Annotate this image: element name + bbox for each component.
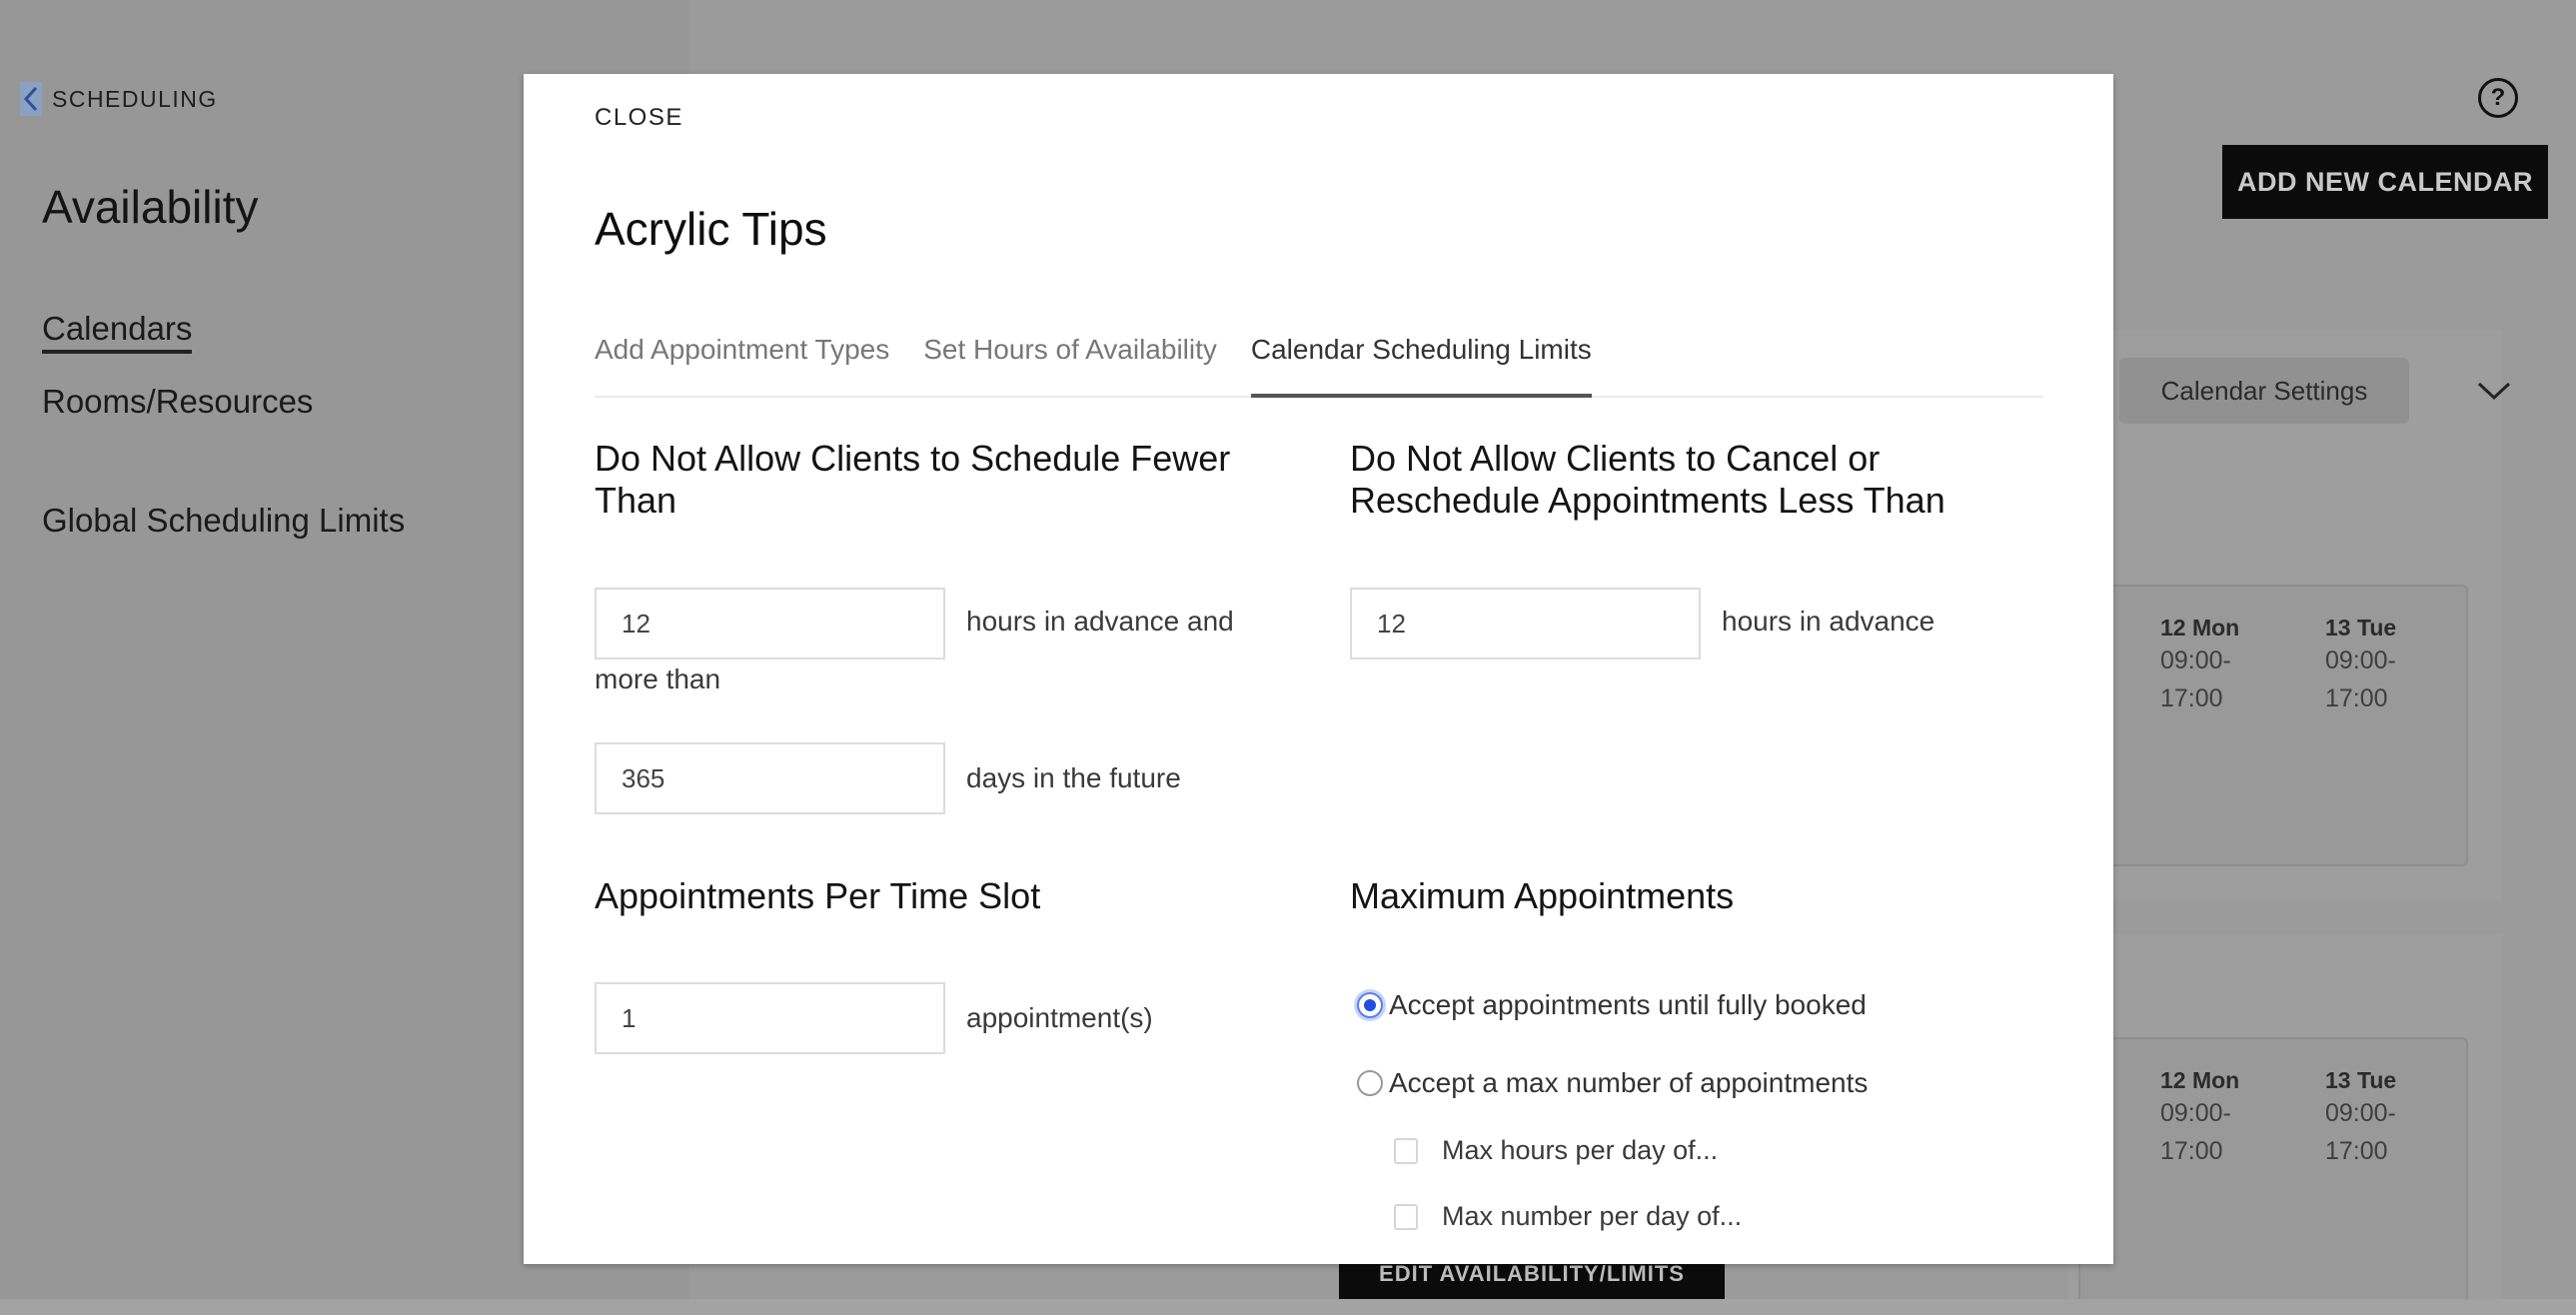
day-label: 13 Tue (2325, 615, 2397, 641)
max-days-suffix: days in the future (966, 762, 1181, 793)
cancel-limit-heading: Do Not Allow Clients to Cancel or Resche… (1350, 438, 1945, 521)
close-button[interactable]: CLOSE (595, 104, 683, 132)
min-hours-suffix: hours in advance and (966, 606, 1234, 637)
per-slot-heading: Appointments Per Time Slot (595, 875, 1041, 916)
sidebar-item-global-scheduling-limits[interactable]: Global Scheduling Limits (42, 502, 405, 540)
day-hours: 17:00 (2325, 1137, 2388, 1165)
back-to-scheduling-link[interactable]: SCHEDULING (20, 82, 218, 116)
chevron-left-icon (20, 82, 42, 116)
day-label: 13 Tue (2325, 1067, 2397, 1093)
day-hours: 09:00- (2160, 647, 2231, 674)
edit-availability-limits-button[interactable]: EDIT AVAILABILITY/LIMITS (1339, 1261, 1725, 1299)
appointments-per-slot-input[interactable] (595, 982, 945, 1054)
cancel-hours-suffix: hours in advance (1722, 606, 1935, 637)
calendar-modal: CLOSE Acrylic Tips Add Appointment Types… (524, 74, 2113, 1264)
tab-calendar-scheduling-limits[interactable]: Calendar Scheduling Limits (1250, 320, 1592, 398)
tab-add-appointment-types[interactable]: Add Appointment Types (595, 320, 889, 398)
availability-card: 12 Mon 09:00- 17:00 13 Tue 09:00- 17:00 (2078, 1037, 2468, 1315)
sidebar-item-calendars[interactable]: Calendars (42, 310, 193, 354)
radio-until-fully-booked[interactable]: Accept appointments until fully booked (1357, 989, 1867, 1021)
day-hours: 09:00- (2325, 1099, 2396, 1127)
max-appointments-heading: Maximum Appointments (1350, 875, 1735, 916)
checkbox-max-hours-per-day[interactable]: Max hours per day of... (1394, 1135, 1718, 1166)
day-label: 12 Mon (2160, 1067, 2240, 1093)
sidebar-item-rooms-resources[interactable]: Rooms/Resources (42, 383, 313, 421)
day-hours: 09:00- (2325, 647, 2396, 674)
availability-card: 12 Mon 09:00- 17:00 13 Tue 09:00- 17:00 (2078, 585, 2468, 866)
checkbox-max-number-per-day[interactable]: Max number per day of... (1394, 1201, 1742, 1232)
modal-tabs: Add Appointment Types Set Hours of Avail… (595, 320, 2043, 398)
checkbox-label: Max hours per day of... (1442, 1135, 1719, 1165)
per-slot-suffix: appointment(s) (966, 1002, 1153, 1033)
between-label: more than (595, 663, 721, 694)
min-hours-advance-input[interactable] (595, 588, 945, 659)
radio-label: Accept a max number of appointments (1389, 1067, 1869, 1098)
modal-title: Acrylic Tips (595, 203, 827, 255)
calendar-settings-button[interactable]: Calendar Settings (2119, 358, 2409, 424)
max-days-future-input[interactable] (595, 742, 945, 814)
tab-set-hours-of-availability[interactable]: Set Hours of Availability (923, 320, 1217, 398)
page-bottom-strip (0, 1299, 2576, 1315)
cancel-hours-advance-input[interactable] (1350, 588, 1701, 659)
schedule-limit-heading: Do Not Allow Clients to Schedule Fewer T… (595, 438, 1231, 521)
checkbox-icon[interactable] (1394, 1137, 1418, 1164)
radio-selected-icon[interactable] (1357, 992, 1383, 1018)
chevron-down-icon[interactable] (2474, 376, 2514, 406)
radio-max-number[interactable]: Accept a max number of appointments (1357, 1067, 1868, 1099)
checkbox-label: Max number per day of... (1442, 1201, 1743, 1231)
checkbox-icon[interactable] (1394, 1203, 1418, 1230)
back-link-label: SCHEDULING (52, 85, 218, 112)
radio-unselected-icon[interactable] (1357, 1070, 1383, 1096)
day-hours: 09:00- (2160, 1099, 2231, 1127)
radio-label: Accept appointments until fully booked (1389, 989, 1867, 1020)
help-icon[interactable]: ? (2478, 78, 2518, 118)
day-hours: 17:00 (2160, 684, 2223, 712)
day-label: 12 Mon (2160, 615, 2240, 641)
day-hours: 17:00 (2160, 1137, 2223, 1165)
day-hours: 17:00 (2325, 684, 2388, 712)
sidebar-title: Availability (42, 181, 259, 233)
add-new-calendar-button[interactable]: ADD NEW CALENDAR (2222, 145, 2548, 219)
